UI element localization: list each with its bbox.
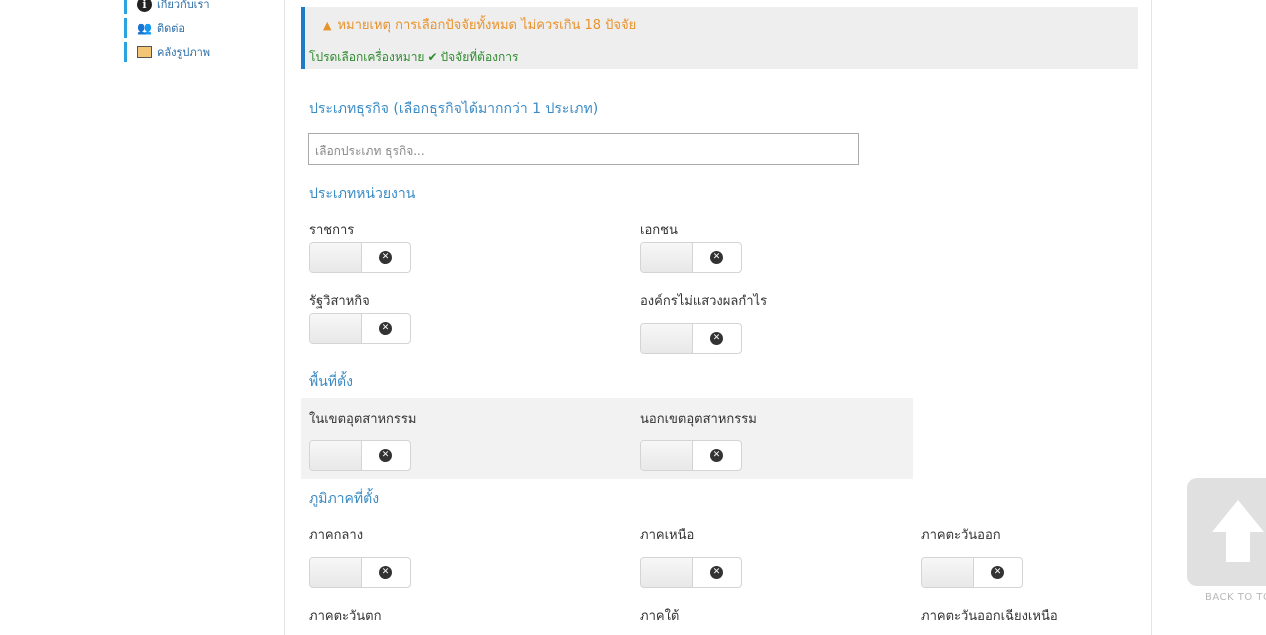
business-type-select[interactable]: เลือกประเภท ธุรกิจ... <box>308 133 859 165</box>
warning-icon: ▲ <box>323 19 332 32</box>
option-label-nonprofit: องค์กรไม่แสวงผลกำไร <box>640 294 768 309</box>
sidebar-item-about[interactable]: i เกี่ยวกับเรา <box>124 0 274 14</box>
close-icon: ✕ <box>710 251 723 264</box>
close-icon: ✕ <box>710 449 723 462</box>
option-label-east: ภาคตะวันออก <box>921 528 1001 543</box>
sidebar-item-contact[interactable]: 👥 ติดต่อ <box>124 18 274 38</box>
close-icon: ✕ <box>379 449 392 462</box>
users-icon: 👥 <box>137 21 152 35</box>
close-icon: ✕ <box>991 566 1004 579</box>
check-icon: ✔ <box>427 50 438 64</box>
sidebar-item-label: คลังรูปภาพ <box>157 46 211 59</box>
region-title: ภูมิภาคที่ตั้ง <box>309 491 380 507</box>
back-to-top-label: BACK TO TO <box>1205 592 1266 603</box>
close-icon: ✕ <box>379 322 392 335</box>
option-label-out-industrial: นอกเขตอุตสาหกรรม <box>640 412 757 427</box>
toggle-state-enterprise[interactable]: ✕ <box>309 313 411 344</box>
option-label-west: ภาคตะวันตก <box>309 609 382 624</box>
toggle-east[interactable]: ✕ <box>921 557 1023 588</box>
toggle-nonprofit[interactable]: ✕ <box>640 323 742 354</box>
option-label-in-industrial: ในเขตอุตสาหกรรม <box>309 412 417 427</box>
option-label-north: ภาคเหนือ <box>640 528 695 543</box>
sidebar-item-label: เกี่ยวกับเรา <box>157 0 210 11</box>
arrow-up-icon <box>1212 500 1264 562</box>
warning-text: หมายเหตุ การเลือกปัจจัยทั้งหมด ไม่ควรเกิ… <box>337 18 637 33</box>
toggle-private[interactable]: ✕ <box>640 242 742 273</box>
hint-text-after: ปัจจัยที่ต้องการ <box>440 50 519 64</box>
option-label-northeast: ภาคตะวันออกเฉียงเหนือ <box>921 609 1058 624</box>
agency-type-title: ประเภทหน่วยงาน <box>309 186 416 202</box>
hint-note: โปรดเลือกเครื่องหมาย ✔ ปัจจัยที่ต้องการ <box>309 48 518 67</box>
location-title: พื้นที่ตั้ง <box>309 374 353 390</box>
option-label-south: ภาคใต้ <box>640 609 680 624</box>
info-icon: i <box>137 0 152 12</box>
gallery-icon <box>137 46 152 58</box>
option-label-state-enterprise: รัฐวิสาหกิจ <box>309 294 370 309</box>
toggle-north[interactable]: ✕ <box>640 557 742 588</box>
sidebar-item-gallery[interactable]: คลังรูปภาพ <box>124 42 274 62</box>
filter-panel: ▲ หมายเหตุ การเลือกปัจจัยทั้งหมด ไม่ควรเก… <box>284 0 1152 635</box>
close-icon: ✕ <box>710 566 723 579</box>
close-icon: ✕ <box>379 566 392 579</box>
toggle-government[interactable]: ✕ <box>309 242 411 273</box>
back-to-top-button[interactable] <box>1187 478 1266 586</box>
toggle-out-industrial[interactable]: ✕ <box>640 440 742 471</box>
warning-note: ▲ หมายเหตุ การเลือกปัจจัยทั้งหมด ไม่ควรเก… <box>323 14 636 35</box>
sidebar-menu: i เกี่ยวกับเรา 👥 ติดต่อ คลังรูปภาพ <box>124 0 274 66</box>
business-type-title: ประเภทธุรกิจ (เลือกธุรกิจได้มากกว่า 1 ปร… <box>309 101 599 117</box>
hint-text-before: โปรดเลือกเครื่องหมาย <box>309 50 425 64</box>
sidebar-item-label: ติดต่อ <box>157 22 186 35</box>
option-label-private: เอกชน <box>640 223 678 238</box>
close-icon: ✕ <box>710 332 723 345</box>
toggle-in-industrial[interactable]: ✕ <box>309 440 411 471</box>
option-label-central: ภาคกลาง <box>309 528 364 543</box>
option-label-government: ราชการ <box>309 223 355 238</box>
note-box: ▲ หมายเหตุ การเลือกปัจจัยทั้งหมด ไม่ควรเก… <box>301 7 1138 69</box>
close-icon: ✕ <box>379 251 392 264</box>
toggle-central[interactable]: ✕ <box>309 557 411 588</box>
